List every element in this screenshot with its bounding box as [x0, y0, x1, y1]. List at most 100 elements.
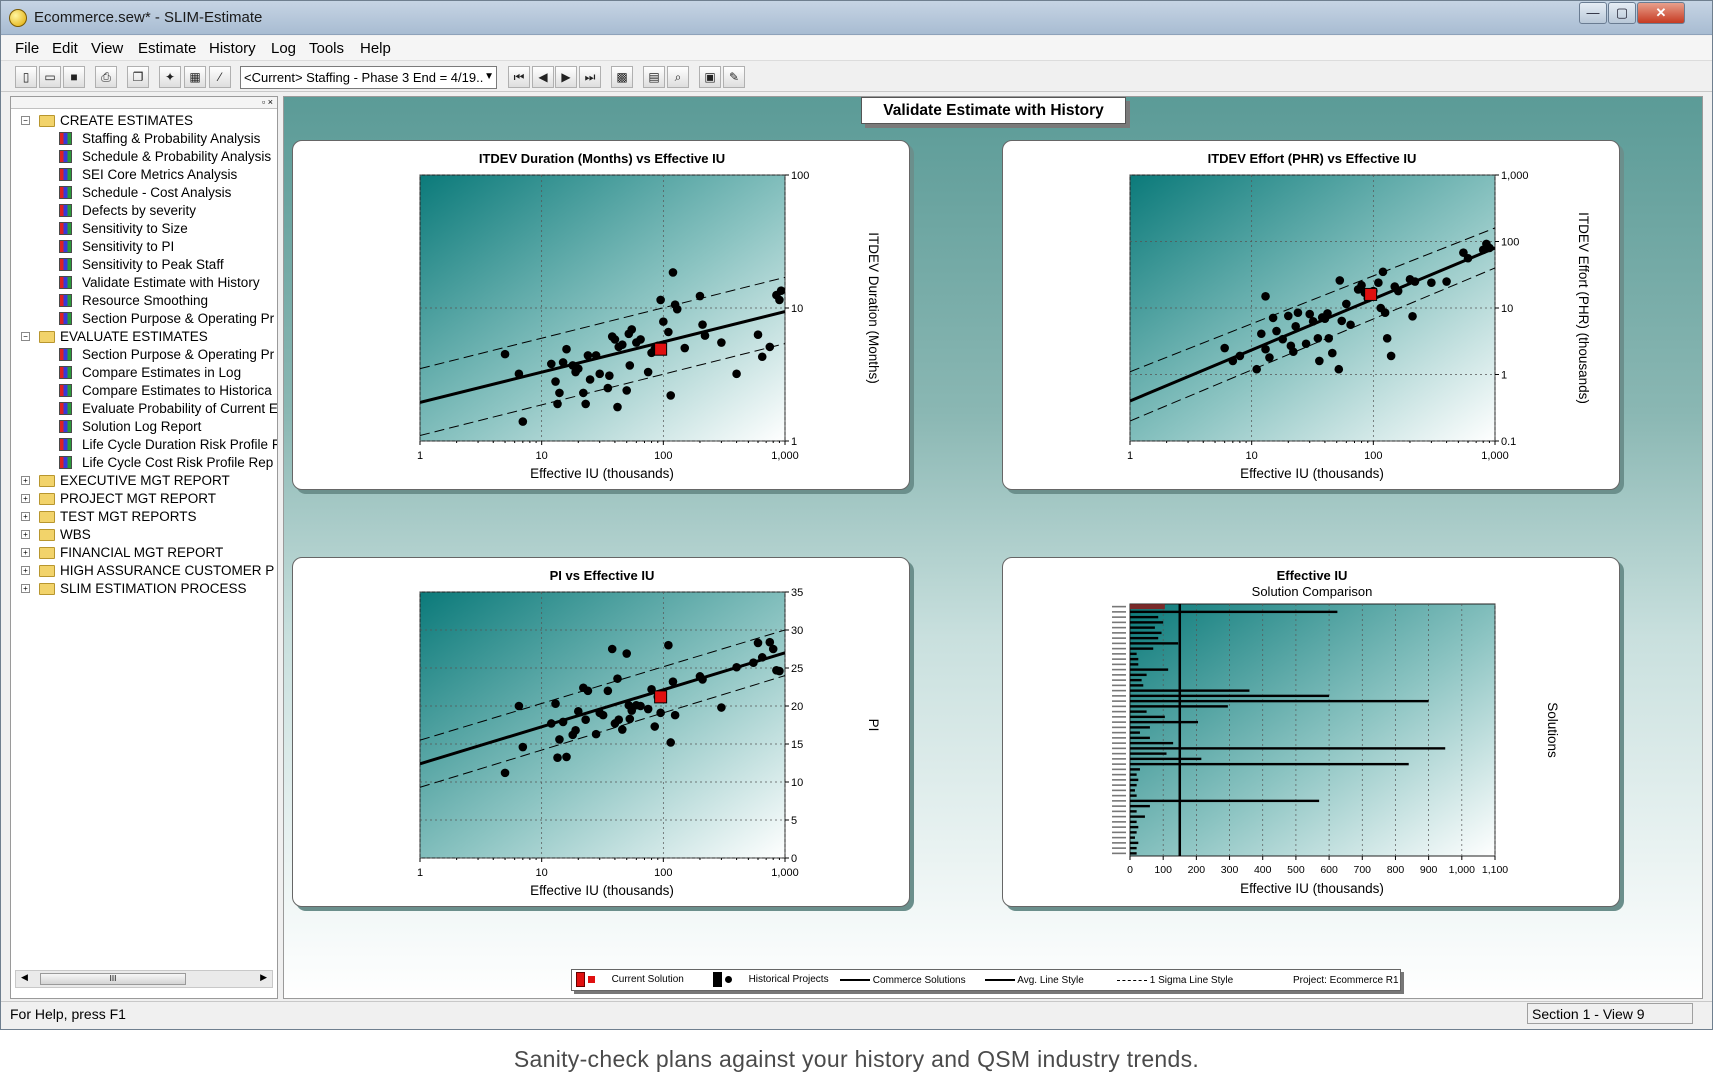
maximize-button[interactable]: ▢: [1608, 2, 1636, 24]
next-record-icon[interactable]: ▶: [555, 66, 577, 88]
menu-help[interactable]: Help: [360, 40, 391, 57]
tree-item[interactable]: Schedule & Probability Analysis: [11, 148, 277, 166]
tree-group[interactable]: − CREATE ESTIMATES: [11, 112, 277, 130]
x-tick-label: 10: [536, 450, 548, 462]
tree-group-label: EVALUATE ESTIMATES: [60, 329, 208, 344]
tree-group[interactable]: − EVALUATE ESTIMATES: [11, 328, 277, 346]
y-tick-label: 0.1: [1501, 436, 1516, 448]
menu-edit[interactable]: Edit: [52, 40, 78, 57]
tree-group[interactable]: + TEST MGT REPORTS: [11, 508, 277, 526]
tree-item[interactable]: Section Purpose & Operating Pr: [11, 310, 277, 328]
bulb-icon[interactable]: ✦: [159, 66, 181, 88]
tree-item[interactable]: Life Cycle Duration Risk Profile F: [11, 436, 277, 454]
scrollbar-thumb[interactable]: III: [40, 973, 186, 985]
last-record-icon[interactable]: ⏭: [579, 66, 601, 88]
tree-item[interactable]: Defects by severity: [11, 202, 277, 220]
expand-icon[interactable]: +: [21, 494, 30, 503]
new-file-icon[interactable]: ▯: [15, 66, 37, 88]
tree-group[interactable]: + FINANCIAL MGT REPORT: [11, 544, 277, 562]
save-icon[interactable]: ■: [63, 66, 85, 88]
close-button[interactable]: ✕: [1637, 2, 1685, 24]
tree-group[interactable]: + EXECUTIVE MGT REPORT: [11, 472, 277, 490]
expand-icon[interactable]: +: [21, 530, 30, 539]
menu-file[interactable]: File: [15, 40, 39, 57]
expand-icon[interactable]: +: [21, 476, 30, 485]
solution-bar: [1130, 636, 1159, 640]
title-bar[interactable]: Ecommerce.sew* - SLIM-Estimate — ▢ ✕: [1, 1, 1712, 35]
screenshot-caption: Sanity-check plans against your history …: [513, 1046, 1200, 1072]
folder-icon: [39, 547, 55, 559]
tree-item[interactable]: Schedule - Cost Analysis: [11, 184, 277, 202]
solution-bar: [1130, 642, 1179, 645]
tree-item[interactable]: Compare Estimates in Log: [11, 364, 277, 382]
chart-panel-duration[interactable]: 1 10 100 1,000 1 10 100 ITDEV Duration (Months)…: [292, 140, 910, 490]
historical-point: [514, 701, 524, 711]
scroll-left-icon[interactable]: ◀: [21, 972, 28, 983]
x-axis-label: Effective IU (thousands): [1240, 881, 1384, 896]
menu-tools[interactable]: Tools: [309, 40, 344, 57]
wand-icon[interactable]: ⁄: [209, 66, 231, 88]
solution-bar: [1130, 768, 1140, 771]
view-select[interactable]: <Current> Staffing - Phase 3 End = 4/19.…: [240, 66, 497, 89]
tree-group[interactable]: + HIGH ASSURANCE CUSTOMER P: [11, 562, 277, 580]
historical-point: [500, 768, 510, 778]
tree-item[interactable]: Section Purpose & Operating Pr: [11, 346, 277, 364]
y-tick-label: 1,000: [1501, 170, 1529, 182]
tree-item[interactable]: Sensitivity to PI: [11, 238, 277, 256]
tree-item[interactable]: SEI Core Metrics Analysis: [11, 166, 277, 184]
tree-group[interactable]: + SLIM ESTIMATION PROCESS: [11, 580, 277, 598]
menu-view[interactable]: View: [91, 40, 123, 57]
chart-subtitle: Solution Comparison: [1252, 584, 1373, 599]
prev-record-icon[interactable]: ◀: [532, 66, 554, 88]
collapse-icon[interactable]: −: [21, 332, 30, 341]
collapse-icon[interactable]: −: [21, 116, 30, 125]
tree-item[interactable]: Evaluate Probability of Current E: [11, 400, 277, 418]
tree-item-label: Life Cycle Cost Risk Profile Rep: [82, 455, 274, 470]
calculator-icon[interactable]: ▦: [184, 66, 206, 88]
historical-point: [579, 388, 588, 398]
panel-header[interactable]: ▫ ×: [11, 97, 277, 109]
tree-item[interactable]: Staffing & Probability Analysis: [11, 130, 277, 148]
y-tick-label: 100: [1501, 237, 1519, 249]
first-record-icon[interactable]: ⏮: [508, 66, 530, 88]
tree-group[interactable]: + PROJECT MGT REPORT: [11, 490, 277, 508]
historical-point: [768, 644, 778, 654]
expand-icon[interactable]: +: [21, 548, 30, 557]
folder-icon: [39, 475, 55, 487]
zoom-icon[interactable]: ⌕: [667, 66, 689, 88]
horizontal-scrollbar[interactable]: ◀ III ▶: [15, 970, 273, 988]
tree-item[interactable]: Sensitivity to Size: [11, 220, 277, 238]
x-tick-label: 1: [1127, 450, 1133, 462]
tree-group[interactable]: + WBS: [11, 526, 277, 544]
chart-panel-effort[interactable]: 1 10 100 1,000 0.1 1 10 100 1,000 ITDEV Effort (P…: [1002, 140, 1620, 490]
solution-bar: [1130, 757, 1202, 761]
tree-item[interactable]: Solution Log Report: [11, 418, 277, 436]
menu-estimate[interactable]: Estimate: [138, 40, 196, 57]
solution-name-mark: [1112, 605, 1126, 608]
expand-icon[interactable]: +: [21, 566, 30, 575]
tree-item[interactable]: Life Cycle Cost Risk Profile Rep: [11, 454, 277, 472]
page-setup-icon[interactable]: ▤: [643, 66, 665, 88]
export-icon[interactable]: ▣: [699, 66, 721, 88]
tree-item[interactable]: Sensitivity to Peak Staff: [11, 256, 277, 274]
grid-icon[interactable]: ▩: [611, 66, 633, 88]
menu-log[interactable]: Log: [271, 40, 296, 57]
chevron-down-icon[interactable]: ▼: [484, 71, 494, 82]
historical-point: [650, 722, 660, 731]
chart-panel-solutions[interactable]: 0 100 200 300 400 500 600 700 800 900 1,000 1,100 Ef…: [1002, 557, 1620, 907]
tree-item[interactable]: Resource Smoothing: [11, 292, 277, 310]
chart-panel-pi[interactable]: 1 10 100 1,000 0 5 10 15 20 25 30 35 PI vs Effective…: [292, 557, 910, 907]
open-folder-icon[interactable]: ▭: [39, 66, 61, 88]
tree-item[interactable]: Compare Estimates to Historica: [11, 382, 277, 400]
scroll-right-icon[interactable]: ▶: [260, 972, 267, 983]
tree-item[interactable]: Validate Estimate with History: [11, 274, 277, 292]
menu-history[interactable]: History: [209, 40, 256, 57]
x-tick-label: 800: [1387, 864, 1405, 876]
expand-icon[interactable]: +: [21, 512, 30, 521]
print-icon[interactable]: ⎙: [95, 66, 117, 88]
minimize-button[interactable]: —: [1579, 2, 1607, 24]
notes-icon[interactable]: ✎: [723, 66, 745, 88]
copy-icon[interactable]: ❐: [127, 66, 149, 88]
expand-icon[interactable]: +: [21, 584, 30, 593]
historical-point: [595, 369, 605, 379]
